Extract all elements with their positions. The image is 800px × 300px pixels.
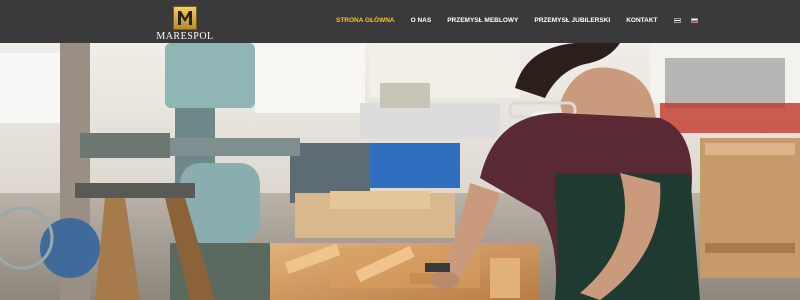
main-nav: STRONA GŁÓWNA O NAS PRZEMYSŁ MEBLOWY PRZ… xyxy=(336,13,708,27)
workshop-photo xyxy=(0,43,800,300)
language-flag-icon[interactable] xyxy=(673,17,681,23)
brand-name: MARESPOL xyxy=(156,31,214,42)
brand-logo[interactable]: MARESPOL xyxy=(150,6,220,42)
logo-mark-icon xyxy=(173,6,197,30)
poland-flag-icon[interactable] xyxy=(690,17,698,23)
nav-item-jewelry[interactable]: PRZEMYSŁ JUBILERSKI xyxy=(534,17,610,24)
nav-item-furniture[interactable]: PRZEMYSŁ MEBLOWY xyxy=(447,17,518,24)
nav-item-about[interactable]: O NAS xyxy=(411,17,432,24)
nav-item-home[interactable]: STRONA GŁÓWNA xyxy=(336,17,395,24)
nav-item-contact[interactable]: KONTAKT xyxy=(626,17,657,24)
site-header: MARESPOL STRONA GŁÓWNA O NAS PRZEMYSŁ ME… xyxy=(0,0,800,43)
hero-image xyxy=(0,43,800,300)
